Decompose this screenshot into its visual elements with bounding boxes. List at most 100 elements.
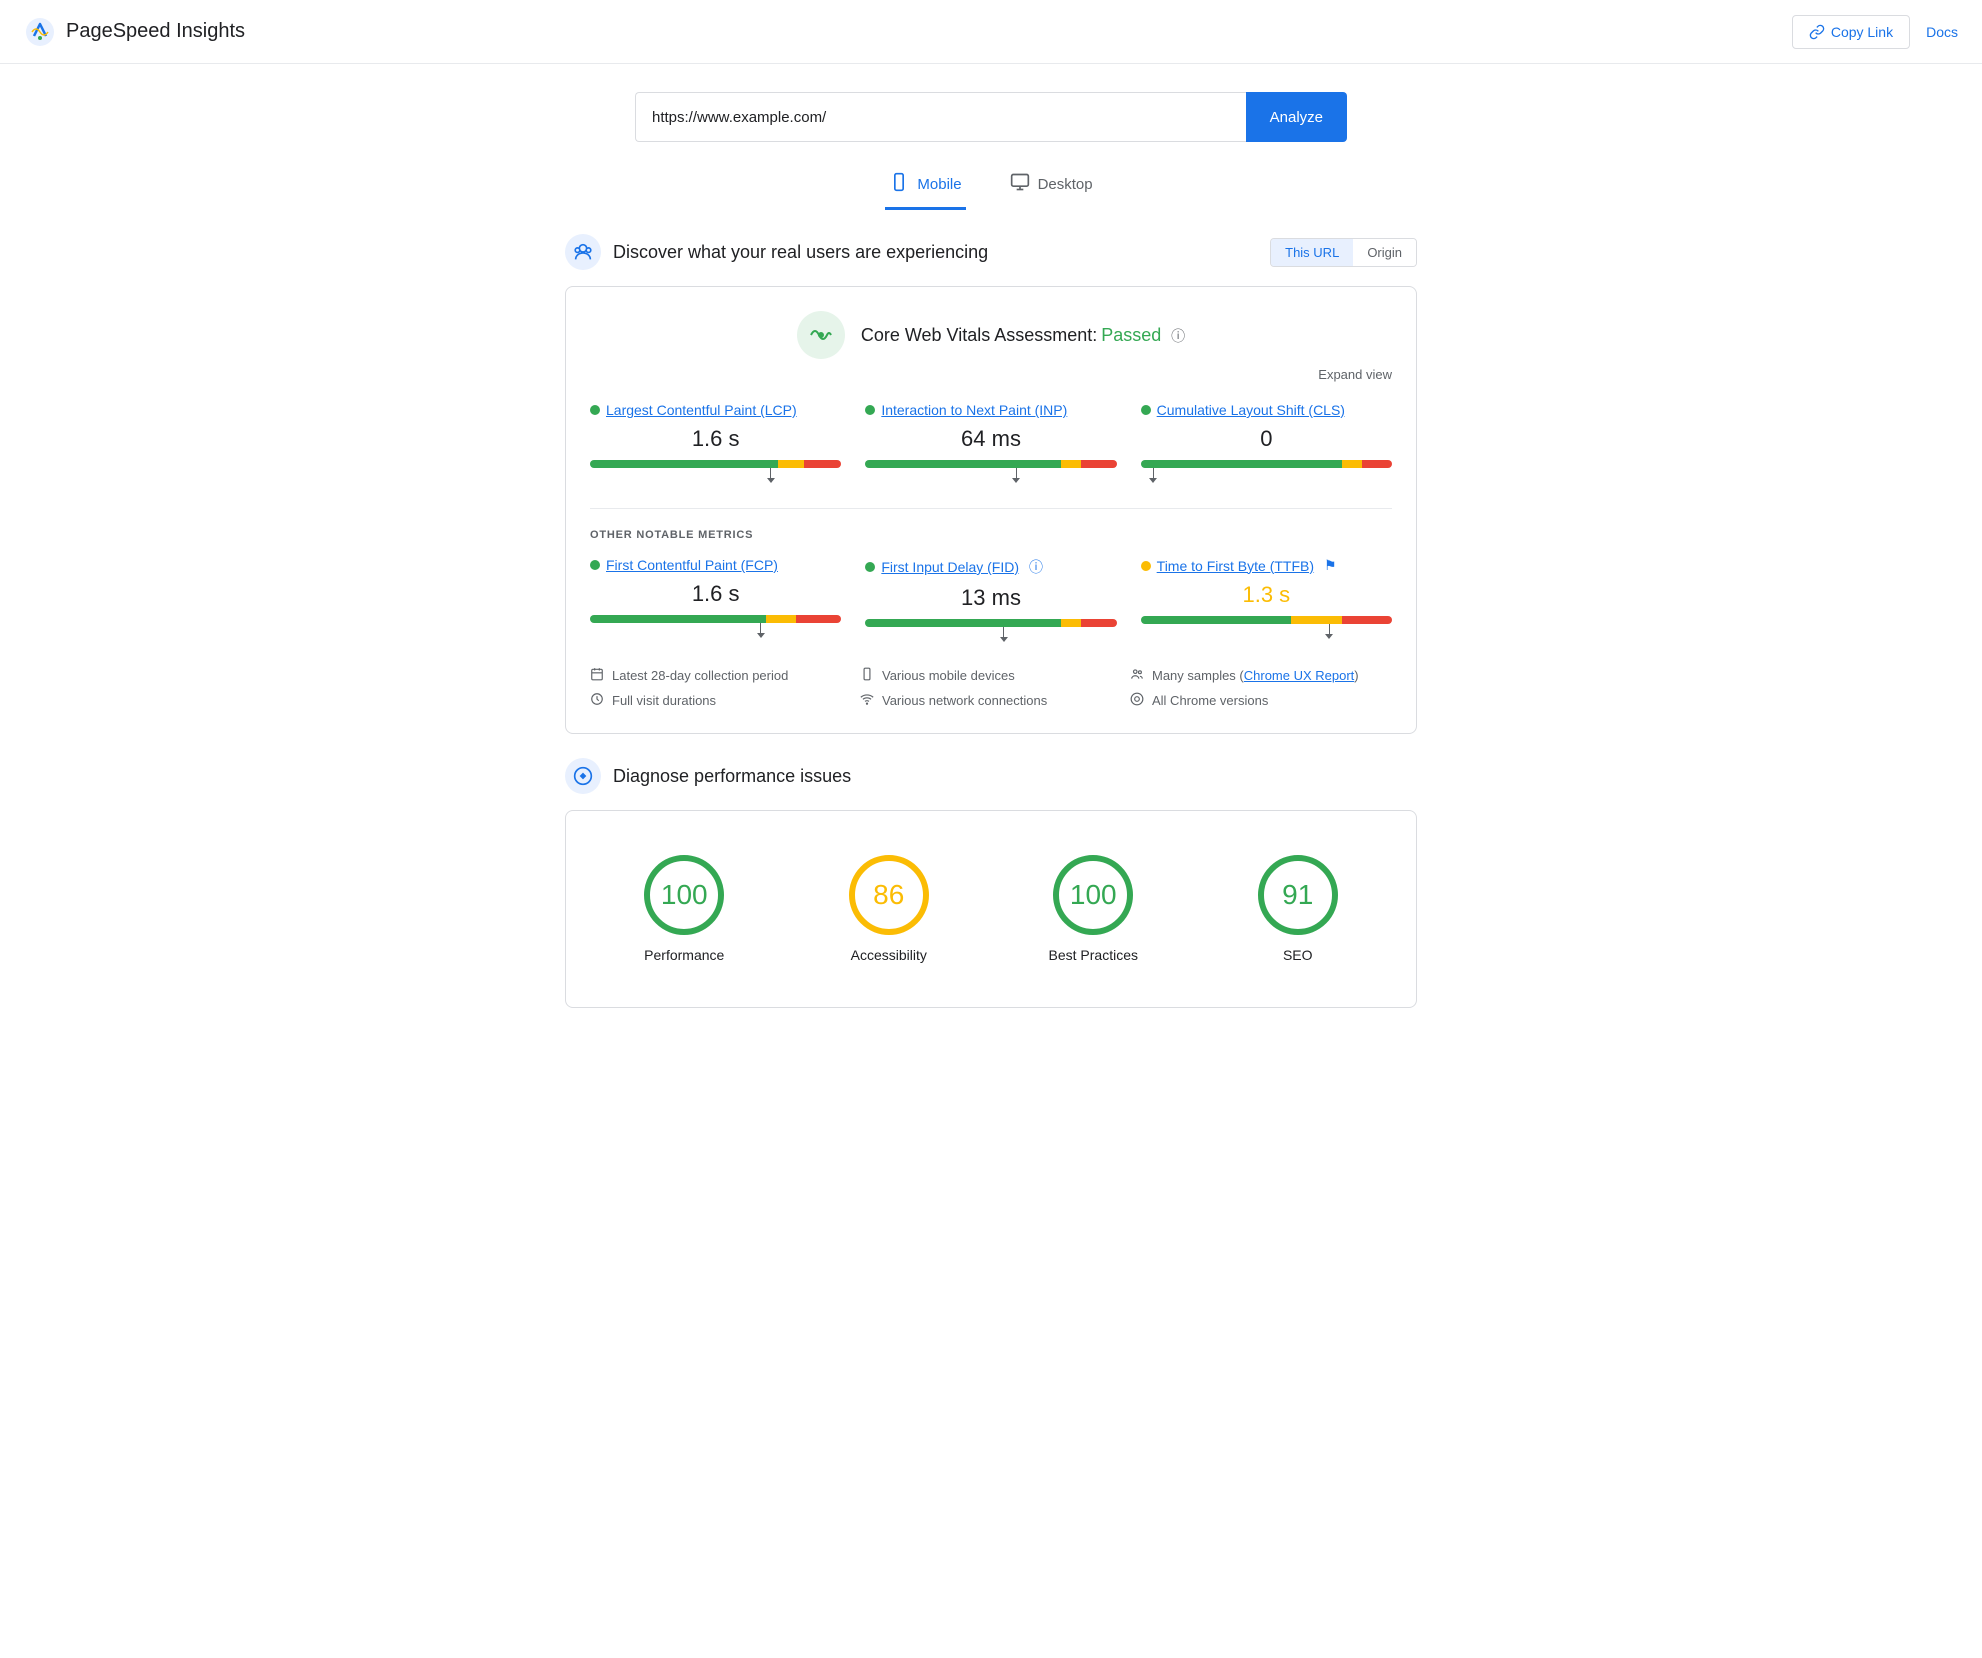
meta-samples: Many samples (Chrome UX Report) [1130,667,1392,684]
diagnose-title: Diagnose performance issues [613,766,851,787]
cls-dot [1141,405,1151,415]
score-accessibility: 86 Accessibility [849,855,929,963]
fid-bar [865,619,1116,627]
metric-ttfb: Time to First Byte (TTFB) ⚑ 1.3 s [1141,557,1392,643]
cwv-title: Core Web Vitals Assessment: [861,325,1097,345]
score-grid: 100 Performance 86 Accessibility 100 Bes… [590,835,1392,983]
meta-info: Latest 28-day collection period Various … [590,667,1392,709]
ttfb-value: 1.3 s [1141,582,1392,608]
performance-label: Performance [644,947,724,963]
expand-view[interactable]: Expand view [590,367,1392,382]
seo-circle: 91 [1258,855,1338,935]
tab-mobile-label: Mobile [917,176,961,193]
diagnose-header: Diagnose performance issues [565,758,1417,794]
score-performance: 100 Performance [644,855,724,963]
docs-link[interactable]: Docs [1926,24,1958,40]
meta-samples-text: Many samples (Chrome UX Report) [1152,668,1359,683]
other-metrics: First Contentful Paint (FCP) 1.6 s [590,557,1392,643]
inp-dot [865,405,875,415]
score-best-practices: 100 Best Practices [1049,855,1138,963]
metric-inp: Interaction to Next Paint (INP) 64 ms [865,402,1116,484]
inp-label[interactable]: Interaction to Next Paint (INP) [881,402,1067,418]
cls-bar [1141,460,1392,468]
meta-chrome-versions: All Chrome versions [1130,692,1392,709]
header-left: PageSpeed Insights [24,16,245,48]
origin-button[interactable]: Origin [1353,239,1416,266]
metric-fcp: First Contentful Paint (FCP) 1.6 s [590,557,841,643]
cls-label[interactable]: Cumulative Layout Shift (CLS) [1157,402,1345,418]
lcp-value: 1.6 s [590,426,841,452]
link-icon [1809,24,1825,40]
fid-value: 13 ms [865,585,1116,611]
ttfb-bar [1141,616,1392,624]
clock-icon [590,692,604,709]
main-content: Discover what your real users are experi… [541,234,1441,1072]
inp-bar [865,460,1116,468]
cwv-card: Core Web Vitals Assessment: Passed ⓘ Exp… [565,286,1417,734]
seo-value: 91 [1282,879,1313,911]
cwv-status: Passed [1101,325,1161,345]
fcp-bar [590,615,841,623]
diagnose-icon [565,758,601,794]
lcp-dot [590,405,600,415]
divider [590,508,1392,509]
cwv-icon [797,311,845,359]
real-users-header: Discover what your real users are experi… [565,234,1417,270]
metric-lcp: Largest Contentful Paint (LCP) 1.6 s [590,402,841,484]
other-metrics-label: OTHER NOTABLE METRICS [590,529,1392,541]
this-url-button[interactable]: This URL [1271,239,1353,266]
meta-collection-text: Latest 28-day collection period [612,668,788,683]
mobile-icon [889,172,909,197]
fcp-label[interactable]: First Contentful Paint (FCP) [606,557,778,573]
ttfb-flag-icon: ⚑ [1324,557,1337,574]
inp-value: 64 ms [865,426,1116,452]
cls-value: 0 [1141,426,1392,452]
app-title: PageSpeed Insights [66,20,245,43]
search-area: Analyze [611,92,1371,142]
fid-info-icon[interactable]: ⓘ [1029,557,1043,577]
tab-desktop[interactable]: Desktop [1006,162,1097,210]
fid-label[interactable]: First Input Delay (FID) [881,559,1019,575]
meta-network: Various network connections [860,692,1122,709]
fcp-value: 1.6 s [590,581,841,607]
copy-link-button[interactable]: Copy Link [1792,15,1910,49]
diagnose-card: 100 Performance 86 Accessibility 100 Bes… [565,810,1417,1008]
section-header-left: Discover what your real users are experi… [565,234,988,270]
accessibility-value: 86 [873,879,904,911]
chrome-ux-report-link[interactable]: Chrome UX Report [1244,668,1355,683]
cwv-header: Core Web Vitals Assessment: Passed ⓘ [590,311,1392,359]
header-right: Copy Link Docs [1792,15,1958,49]
device-tabs: Mobile Desktop [0,162,1982,210]
desktop-icon [1010,172,1030,197]
real-users-title: Discover what your real users are experi… [613,242,988,263]
meta-mobile-text: Various mobile devices [882,668,1015,683]
real-users-icon [565,234,601,270]
primary-metrics: Largest Contentful Paint (LCP) 1.6 s [590,402,1392,484]
analyze-button[interactable]: Analyze [1246,92,1347,142]
fid-dot [865,562,875,572]
url-input[interactable] [635,92,1246,142]
lcp-bar [590,460,841,468]
calendar-icon [590,667,604,684]
cwv-info-icon[interactable]: ⓘ [1171,328,1185,344]
ttfb-label[interactable]: Time to First Byte (TTFB) [1157,558,1314,574]
meta-chrome-text: All Chrome versions [1152,693,1268,708]
ttfb-dot [1141,561,1151,571]
tab-desktop-label: Desktop [1038,176,1093,193]
accessibility-label: Accessibility [851,947,927,963]
tab-mobile[interactable]: Mobile [885,162,965,210]
lcp-label[interactable]: Largest Contentful Paint (LCP) [606,402,797,418]
score-seo: 91 SEO [1258,855,1338,963]
best-practices-value: 100 [1070,879,1117,911]
seo-label: SEO [1283,947,1313,963]
fcp-dot [590,560,600,570]
meta-collection-period: Latest 28-day collection period [590,667,852,684]
metric-fid: First Input Delay (FID) ⓘ 13 ms [865,557,1116,643]
performance-circle: 100 [644,855,724,935]
metric-cls: Cumulative Layout Shift (CLS) 0 [1141,402,1392,484]
header: PageSpeed Insights Copy Link Docs [0,0,1982,64]
performance-value: 100 [661,879,708,911]
pagespeed-logo [24,16,56,48]
accessibility-circle: 86 [849,855,929,935]
meta-duration-text: Full visit durations [612,693,716,708]
